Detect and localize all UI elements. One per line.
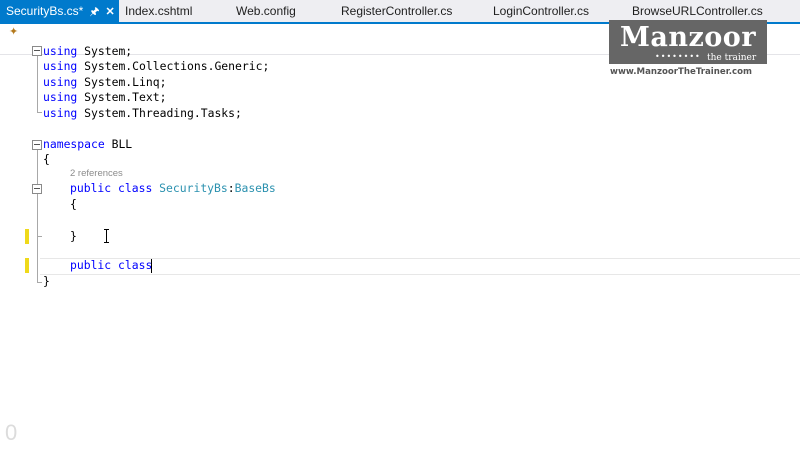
namespace-ref: System.Threading.Tasks; (84, 106, 242, 120)
tab-index-cshtml[interactable]: Index.cshtml (125, 0, 192, 22)
namespace-ref: System.Text; (84, 90, 167, 104)
keyword: using (43, 59, 78, 73)
code-line-class-declaration: public class SecurityBs:BaseBs (70, 181, 276, 196)
collapse-icon[interactable] (32, 184, 42, 194)
logo-dots: •••••••• (655, 52, 701, 61)
code-line-using: using System.Text; (43, 90, 166, 105)
code-line-using: using System.Linq; (43, 75, 166, 90)
class-navigation-icon[interactable]: ✦ (9, 26, 21, 38)
code-line-brace: } (70, 229, 77, 244)
code-line-current: public class (70, 258, 152, 273)
namespace-ref: System; (84, 44, 133, 58)
close-icon[interactable]: ✕ (106, 1, 115, 23)
code-line-namespace: namespace BLL (43, 137, 132, 152)
tab-label: Index.cshtml (125, 4, 193, 18)
keyword: using (43, 75, 78, 89)
code-line-using: using System; (43, 44, 132, 59)
code-line-brace: } (43, 274, 50, 289)
code-line-brace: { (70, 197, 77, 212)
namespace-name: BLL (111, 137, 133, 151)
close-brace: } (70, 229, 77, 243)
tab-securitybs[interactable]: SecurityBs.cs* 🖈 ✕ (0, 0, 119, 22)
code-line-using: using System.Collections.Generic; (43, 59, 269, 74)
text-caret (151, 259, 152, 273)
close-brace: } (43, 274, 50, 288)
mouse-ibeam-cursor-icon (102, 229, 112, 243)
class-name: SecurityBs (159, 181, 228, 195)
change-marker (25, 229, 29, 244)
keyword: public (70, 258, 112, 272)
outline-guide (37, 150, 38, 282)
pin-icon[interactable]: 🖈 (89, 1, 99, 23)
logo-tagline: the trainer (707, 53, 757, 63)
keyword: public (70, 181, 112, 195)
namespace-ref: System.Collections.Generic; (84, 59, 270, 73)
tab-label: SecurityBs.cs* (6, 4, 84, 18)
change-marker (25, 258, 29, 273)
watermark-url: www.ManzoorTheTrainer.com (610, 67, 752, 77)
code-line-using: using System.Threading.Tasks; (43, 106, 242, 121)
tab-label: RegisterController.cs (341, 4, 453, 18)
tab-label: BrowseURLController.cs (632, 4, 763, 18)
keyword: class (118, 258, 153, 272)
namespace-ref: System.Linq; (84, 75, 167, 89)
outline-guide (37, 236, 42, 237)
collapse-icon[interactable] (32, 140, 42, 150)
keyword: using (43, 106, 78, 120)
code-line-brace: { (43, 152, 50, 167)
outline-guide (37, 282, 42, 283)
references-codelens[interactable]: 2 references (70, 168, 123, 179)
zoom-indicator: 0 (5, 420, 18, 445)
keyword: namespace (43, 137, 105, 151)
outline-guide (37, 56, 38, 112)
colon: : (227, 181, 235, 195)
tab-label: Web.config (236, 4, 296, 18)
base-class-name: BaseBs (234, 181, 276, 195)
keyword: using (43, 44, 78, 58)
keyword: using (43, 90, 78, 104)
keyword: class (118, 181, 153, 195)
logo-name: Manzoor (619, 22, 757, 53)
code-editor[interactable]: ✦ using System; using System.Collections… (0, 24, 800, 450)
outline-guide (37, 112, 42, 113)
watermark-logo: Manzoor •••••••• the trainer (609, 20, 767, 64)
tab-login-controller[interactable]: LoginController.cs (493, 0, 589, 22)
tab-label: LoginController.cs (493, 4, 590, 18)
open-brace: { (70, 197, 77, 211)
tab-web-config[interactable]: Web.config (236, 0, 296, 22)
current-line-highlight (40, 258, 800, 275)
tab-browseurl-controller[interactable]: BrowseURLController.cs (632, 0, 763, 22)
tab-register-controller[interactable]: RegisterController.cs (341, 0, 452, 22)
collapse-icon[interactable] (32, 46, 42, 56)
open-brace: { (43, 152, 50, 166)
